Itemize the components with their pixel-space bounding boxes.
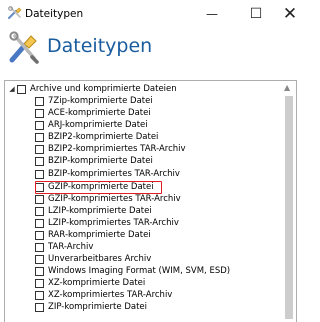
checkbox[interactable] [17, 85, 26, 94]
tree-item[interactable]: 7Zip-komprimierte Datei [35, 96, 153, 107]
checkbox[interactable] [35, 121, 44, 130]
checkbox[interactable] [35, 231, 44, 240]
scrollbar-thumb[interactable] [285, 96, 293, 319]
checkbox[interactable] [35, 170, 44, 179]
scroll-up-arrow-icon[interactable]: ▲ [284, 83, 290, 92]
checkbox[interactable] [35, 97, 44, 106]
expand-triangle-icon[interactable]: ◢ [7, 84, 17, 95]
close-button[interactable]: ✕ [268, 0, 312, 28]
tree-item-label: Unverarbeitbares Archiv [48, 254, 152, 264]
tree-item[interactable]: Windows Imaging Format (WIM, SVM, ESD) [35, 266, 230, 277]
title-bar: Dateitypen — ☐ ✕ [0, 0, 300, 28]
tree-root-row[interactable]: ◢ Archive und komprimierte Dateien [7, 84, 177, 95]
tree-item[interactable]: ARJ-komprimierte Datei [35, 120, 148, 131]
checkbox[interactable] [35, 133, 44, 142]
tree-item-label: ACE-komprimierte Datei [48, 108, 151, 118]
tree-item[interactable]: BZIP2-komprimierte Datei [35, 132, 158, 143]
tree-item-label: 7Zip-komprimierte Datei [48, 96, 153, 106]
page-title: Dateitypen [47, 35, 153, 57]
checkbox[interactable] [35, 109, 44, 118]
tree-item-label: XZ-komprimierte Datei [48, 278, 146, 288]
tree-item-label: BZIP-komprimierte Datei [48, 156, 153, 166]
tree-item[interactable]: LZIP-komprimierte Datei [35, 206, 152, 217]
checkbox[interactable] [35, 219, 44, 228]
tree-item[interactable]: ACE-komprimierte Datei [35, 108, 151, 119]
tree-item[interactable]: BZIP-komprimiertes TAR-Archiv [35, 169, 180, 180]
tree-item-label: XZ-komprimiertes TAR-Archiv [48, 290, 173, 300]
checkbox[interactable] [35, 255, 44, 264]
checkbox[interactable] [35, 291, 44, 300]
checkbox[interactable] [35, 243, 44, 252]
checkbox[interactable] [35, 207, 44, 216]
minimize-icon: — [206, 7, 218, 21]
tree-item[interactable]: RAR-komprimierte Datei [35, 230, 151, 241]
tree-item-label: BZIP-komprimiertes TAR-Archiv [48, 169, 180, 179]
tools-icon [7, 6, 22, 20]
tree-item-label: Windows Imaging Format (WIM, SVM, ESD) [48, 266, 231, 276]
tree-item[interactable]: TAR-Archiv [35, 242, 93, 253]
tree-item[interactable]: LZIP-komprimiertes TAR-Archiv [35, 218, 179, 229]
file-type-tree[interactable]: ◢ Archive und komprimierte Dateien 7Zip-… [4, 80, 297, 322]
tree-item[interactable]: XZ-komprimiertes TAR-Archiv [35, 290, 172, 301]
tree-item-label: RAR-komprimierte Datei [48, 230, 151, 240]
tree-item[interactable]: XZ-komprimierte Datei [35, 278, 145, 289]
tree-item-label: LZIP-komprimierte Datei [48, 206, 152, 216]
tree-item[interactable]: GZIP-komprimiertes TAR-Archiv [35, 194, 181, 205]
tree-item[interactable]: BZIP-komprimierte Datei [35, 156, 153, 167]
tree-item-label: ZIP-komprimierte Datei [48, 302, 147, 312]
tools-icon [9, 31, 39, 64]
tree-item-label: LZIP-komprimiertes TAR-Archiv [48, 218, 179, 228]
close-icon: ✕ [282, 4, 298, 24]
vertical-scrollbar[interactable]: ▲ [281, 81, 296, 322]
highlight-box [35, 181, 162, 194]
window-title: Dateitypen [25, 8, 84, 20]
minimize-button[interactable]: — [190, 0, 234, 28]
tree-item[interactable]: BZIP2-komprimiertes TAR-Archiv [35, 144, 186, 155]
tree-item-label: TAR-Archiv [48, 242, 94, 252]
checkbox[interactable] [35, 279, 44, 288]
checkbox[interactable] [35, 195, 44, 204]
tree-item-label: BZIP2-komprimierte Datei [48, 132, 159, 142]
checkbox[interactable] [35, 267, 44, 276]
maximize-icon: ☐ [249, 6, 263, 22]
tree-root-label: Archive und komprimierte Dateien [30, 84, 177, 94]
tree-item-label: ARJ-komprimierte Datei [48, 120, 148, 130]
checkbox[interactable] [35, 157, 44, 166]
tree-item[interactable]: Unverarbeitbares Archiv [35, 254, 151, 265]
checkbox[interactable] [35, 145, 44, 154]
checkbox[interactable] [35, 303, 44, 312]
tree-item-label: BZIP2-komprimiertes TAR-Archiv [48, 144, 186, 154]
tree-item-label: GZIP-komprimiertes TAR-Archiv [48, 194, 181, 204]
tree-item[interactable]: ZIP-komprimierte Datei [35, 302, 147, 313]
